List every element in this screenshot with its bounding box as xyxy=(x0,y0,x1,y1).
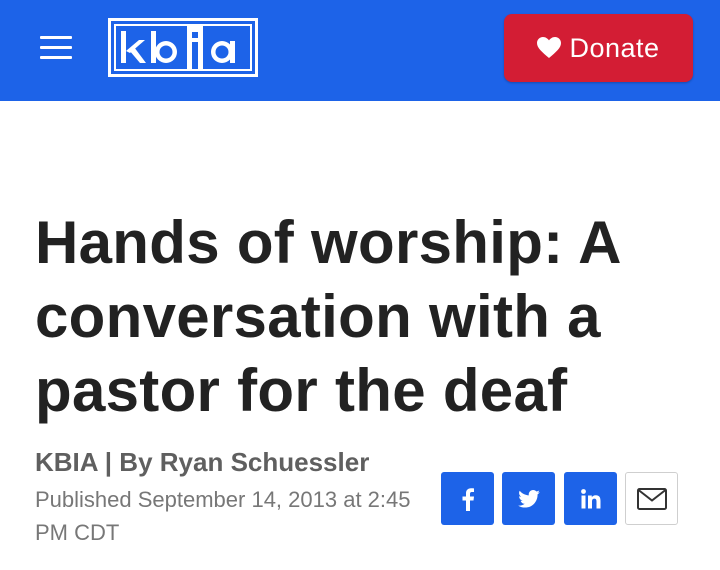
share-linkedin-button[interactable] xyxy=(564,472,617,525)
twitter-icon xyxy=(517,489,540,508)
heart-icon xyxy=(537,37,562,58)
linkedin-icon xyxy=(580,488,600,508)
published-date: Published September 14, 2013 at 2:45 PM … xyxy=(35,487,411,545)
site-header: Donate xyxy=(0,0,720,101)
article-byline[interactable]: KBIA | By Ryan Schuessler xyxy=(35,444,369,480)
menu-line xyxy=(40,46,72,49)
share-twitter-button[interactable] xyxy=(502,472,555,525)
share-facebook-button[interactable] xyxy=(441,472,494,525)
donate-button[interactable]: Donate xyxy=(504,14,693,82)
facebook-icon xyxy=(462,487,474,511)
email-icon xyxy=(636,487,667,510)
article-headline: Hands of worship: A conversation with a … xyxy=(35,209,620,424)
share-email-button[interactable] xyxy=(625,472,678,525)
menu-line xyxy=(40,36,72,39)
menu-line xyxy=(40,56,72,59)
kbia-logo-icon xyxy=(108,18,258,77)
kbia-logo[interactable] xyxy=(108,18,258,77)
donate-label: Donate xyxy=(569,32,660,63)
hamburger-menu-icon[interactable] xyxy=(38,33,76,63)
